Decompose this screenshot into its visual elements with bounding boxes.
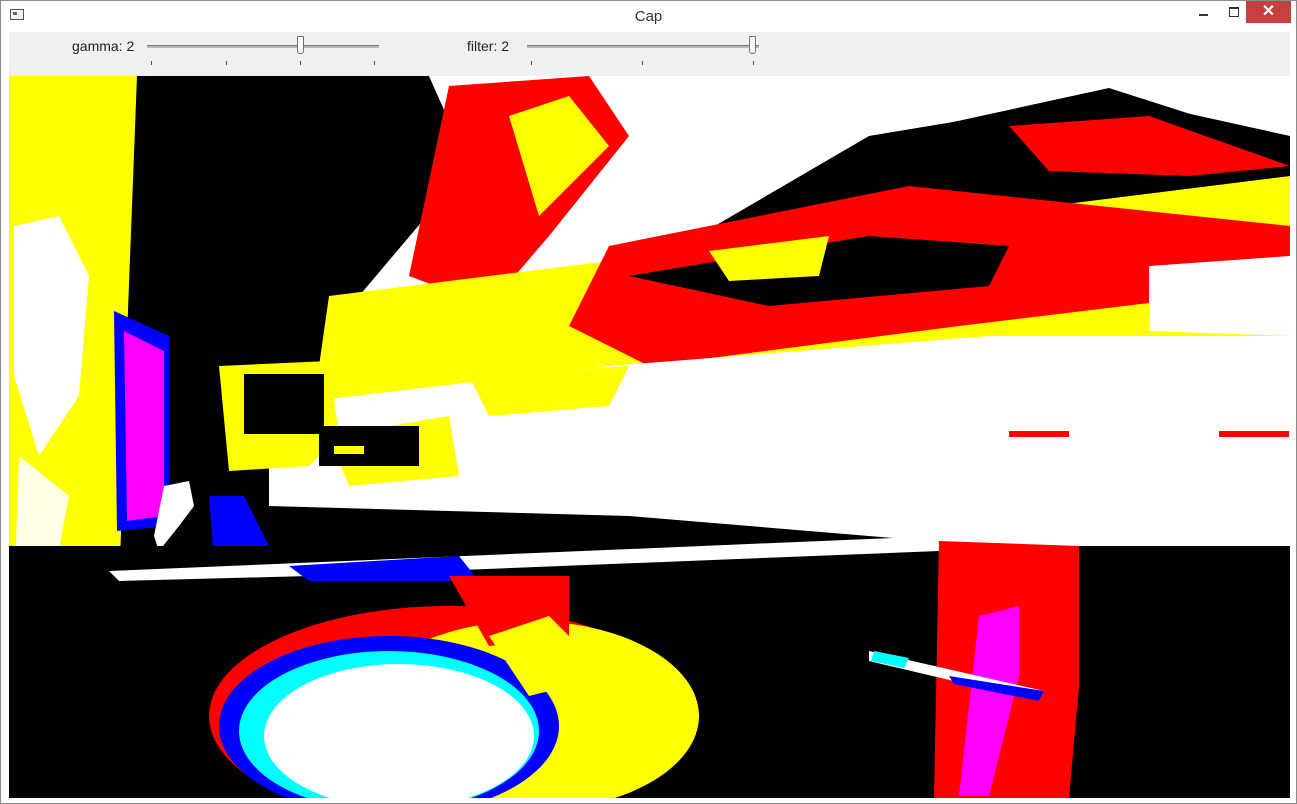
- filter-trackbar: filter: 2: [449, 32, 779, 76]
- trackbar-panel: gamma: 2 filter: 2: [9, 32, 1290, 77]
- minimize-icon: [1199, 14, 1208, 16]
- window-title: Cap: [634, 8, 663, 25]
- filter-track[interactable]: [527, 45, 759, 48]
- gamma-track[interactable]: [147, 45, 379, 48]
- gamma-tick: [300, 61, 301, 65]
- maximize-button[interactable]: [1221, 1, 1247, 23]
- filter-tick: [753, 61, 754, 65]
- maximize-icon: [1229, 7, 1239, 17]
- minimize-button[interactable]: [1191, 1, 1217, 23]
- gamma-tick: [226, 61, 227, 65]
- gamma-tick: [374, 61, 375, 65]
- filter-slider-thumb[interactable]: [749, 36, 756, 54]
- gamma-tick: [151, 61, 152, 65]
- filter-label: filter: 2: [467, 38, 510, 54]
- gamma-label: gamma: 2: [72, 38, 135, 54]
- gamma-slider-thumb[interactable]: [297, 36, 304, 54]
- filter-tick: [642, 61, 643, 65]
- app-window: Cap ✕ gamma: 2 filter: 2: [0, 0, 1297, 804]
- gamma-trackbar: gamma: 2: [9, 32, 389, 76]
- processed-image: [9, 76, 1290, 798]
- filter-tick: [531, 61, 532, 65]
- close-button[interactable]: ✕: [1246, 1, 1291, 23]
- close-icon: ✕: [1261, 3, 1276, 20]
- camera-frame[interactable]: [9, 76, 1290, 798]
- title-bar[interactable]: Cap ✕: [1, 1, 1296, 32]
